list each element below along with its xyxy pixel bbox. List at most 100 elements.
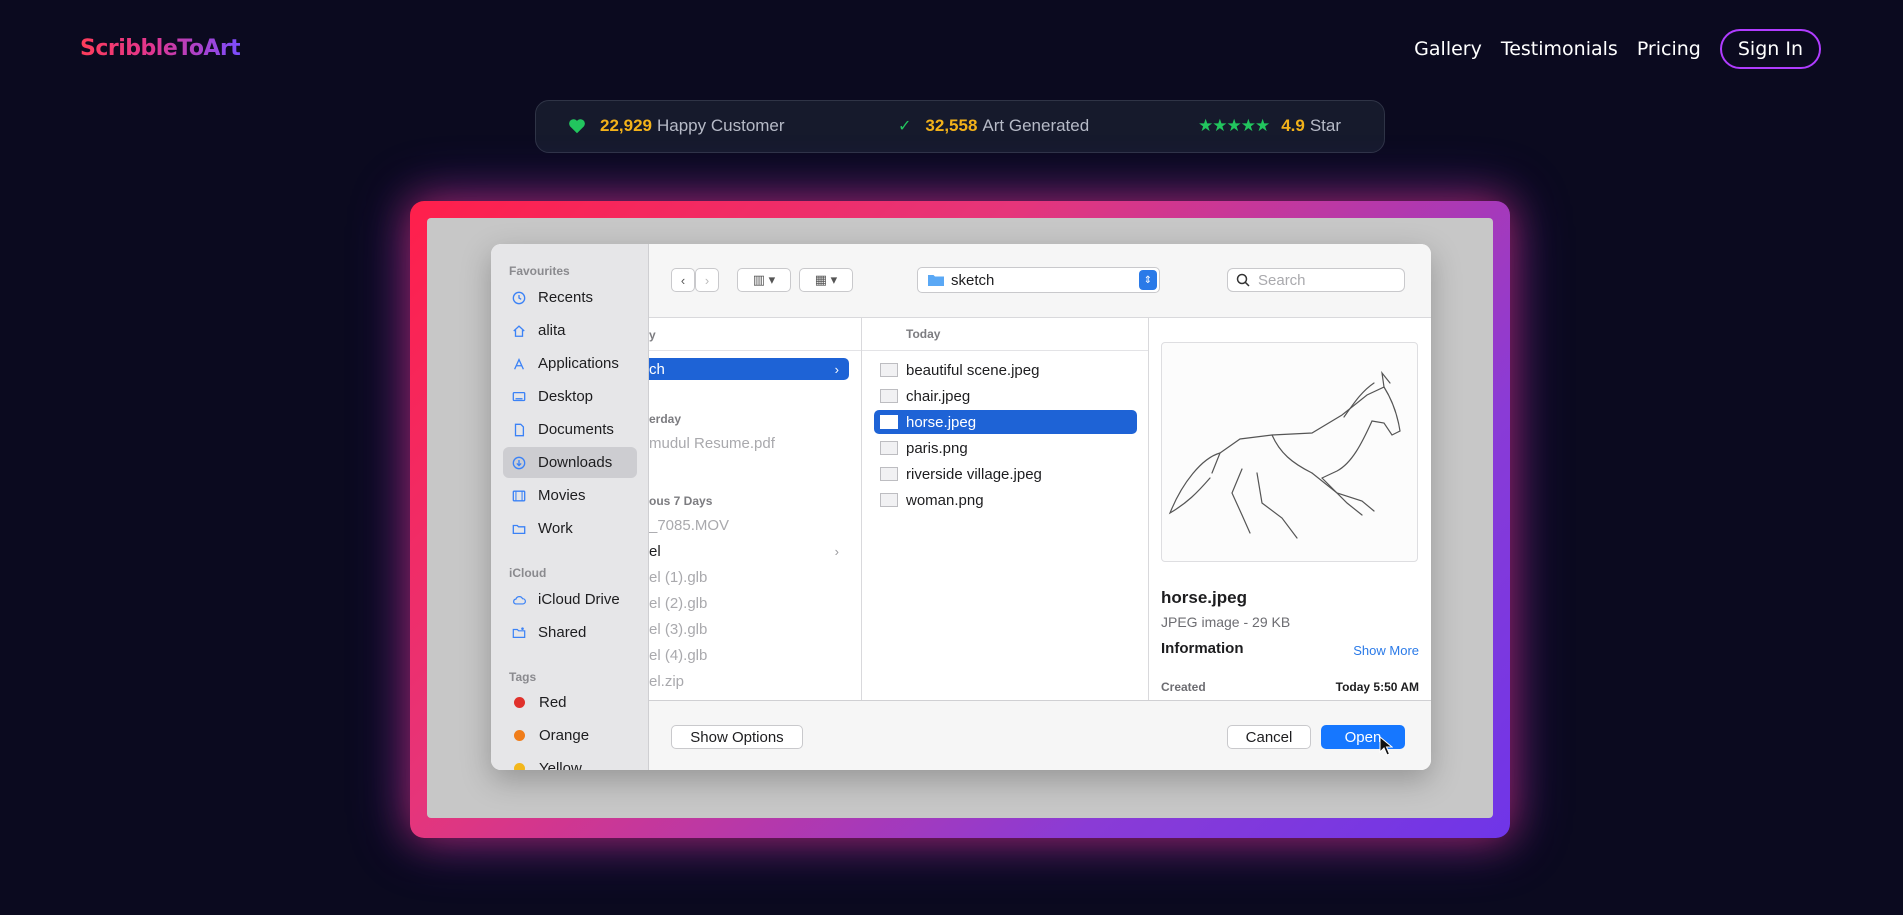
file-woman[interactable]: woman.png <box>874 488 1137 512</box>
chevron-right-icon: › <box>834 543 839 559</box>
preview-file-type: JPEG image - 29 KB <box>1161 614 1291 630</box>
up-down-chevron-icon: ⇕ <box>1139 270 1157 290</box>
sidebar-item-work[interactable]: Work <box>503 513 637 544</box>
back-button[interactable]: ‹ <box>671 268 695 292</box>
section-previous-7-days: ous 7 Days <box>649 494 713 508</box>
dialog-footer: Show Options Cancel Open <box>649 700 1431 770</box>
file-name: riverside village.jpeg <box>906 465 1042 483</box>
stat-art: ✓ 32,558 Art Generated <box>898 116 1089 136</box>
sidebar-item-alita[interactable]: alita <box>503 315 637 346</box>
sidebar-item-desktop[interactable]: Desktop <box>503 381 637 412</box>
nav-pricing[interactable]: Pricing <box>1637 38 1701 60</box>
file-name: woman.png <box>906 491 984 509</box>
dialog-sidebar: Favourites Recents alita Applications De… <box>491 244 649 770</box>
image-thumbnail-icon <box>880 363 898 377</box>
sign-in-button[interactable]: Sign In <box>1719 29 1821 69</box>
sidebar-item-downloads[interactable]: Downloads <box>503 447 637 478</box>
file-row-zip[interactable]: el.zip <box>649 670 684 692</box>
forward-button[interactable]: › <box>695 268 719 292</box>
file-row-glb-3[interactable]: el (3).glb <box>649 618 707 640</box>
row-label: el <box>649 542 661 560</box>
sidebar-tag-yellow[interactable]: Yellow <box>503 753 637 770</box>
folder-row-model[interactable]: el › <box>649 540 849 562</box>
orange-tag-icon <box>514 730 525 741</box>
sidebar-item-movies[interactable]: Movies <box>503 480 637 511</box>
search-field[interactable]: Search <box>1227 268 1405 292</box>
row-label: el (1).glb <box>649 568 708 586</box>
file-beautiful-scene[interactable]: beautiful scene.jpeg <box>874 358 1137 382</box>
sidebar-item-label: Applications <box>538 355 619 372</box>
sidebar-item-label: Desktop <box>538 388 594 405</box>
stat-rating: ★★★★★ 4.9 Star <box>1198 116 1341 136</box>
sidebar-item-label: Recents <box>538 289 594 306</box>
folder-row-sketch[interactable]: ch › <box>649 358 849 380</box>
search-icon <box>1236 273 1250 287</box>
nav-testimonials[interactable]: Testimonials <box>1501 38 1618 60</box>
sidebar-tag-red[interactable]: Red <box>503 687 637 718</box>
row-label: el (3).glb <box>649 620 708 638</box>
sidebar-item-label: Orange <box>539 727 590 744</box>
view-mode-button[interactable]: ▥ ▾ <box>737 268 791 292</box>
sidebar-item-label: Shared <box>538 624 587 641</box>
folder-path-select[interactable]: sketch ⇕ <box>917 267 1160 293</box>
row-label: el (4).glb <box>649 646 708 664</box>
demo-screen: Favourites Recents alita Applications De… <box>427 218 1493 818</box>
file-paris[interactable]: paris.png <box>874 436 1137 460</box>
stat-label: Star <box>1309 116 1342 135</box>
preview-info-heading: Information <box>1161 640 1244 657</box>
file-horse[interactable]: horse.jpeg <box>874 410 1137 434</box>
sidebar-tag-orange[interactable]: Orange <box>503 720 637 751</box>
document-icon <box>514 423 525 436</box>
check-icon: ✓ <box>898 118 912 135</box>
image-thumbnail-icon <box>880 493 898 507</box>
file-chair[interactable]: chair.jpeg <box>874 384 1137 408</box>
stat-value: 4.9 <box>1281 116 1305 135</box>
row-label: el.zip <box>649 672 685 690</box>
group-button[interactable]: ▦ ▾ <box>799 268 853 292</box>
image-thumbnail-icon <box>880 467 898 481</box>
column-heading: y <box>649 328 656 342</box>
sidebar-item-label: Downloads <box>538 454 613 471</box>
logo[interactable]: ScribbleToArt <box>80 36 241 61</box>
sidebar-item-shared[interactable]: Shared <box>503 617 637 648</box>
file-open-dialog: Favourites Recents alita Applications De… <box>491 244 1431 770</box>
sidebar-item-applications[interactable]: Applications <box>503 348 637 379</box>
file-row-glb-1[interactable]: el (1).glb <box>649 566 707 588</box>
file-name: horse.jpeg <box>906 413 977 431</box>
clock-icon <box>512 291 526 304</box>
file-row-resume[interactable]: mudul Resume.pdf <box>649 432 775 454</box>
preview-file-name: horse.jpeg <box>1161 588 1247 607</box>
row-label: mudul Resume.pdf <box>649 434 775 452</box>
home-icon <box>513 324 525 337</box>
shared-folder-icon <box>512 626 526 638</box>
stat-label: Art Generated <box>982 116 1090 135</box>
desktop-icon <box>512 391 526 401</box>
show-more-link[interactable]: Show More <box>1353 643 1419 658</box>
film-icon <box>512 490 526 501</box>
browser-column-1: y ch › erday mudul Resume.pdf ous 7 Days… <box>649 318 862 700</box>
row-label: ch <box>649 360 665 378</box>
search-placeholder: Search <box>1258 271 1306 289</box>
dialog-toolbar: ‹ › ▥ ▾ ▦ ▾ sketch ⇕ Search <box>649 244 1431 318</box>
column-heading-today: Today <box>906 327 941 341</box>
file-row-mov[interactable]: _7085.MOV <box>649 514 729 536</box>
sidebar-item-label: alita <box>538 322 566 339</box>
file-row-glb-2[interactable]: el (2).glb <box>649 592 707 614</box>
file-riverside-village[interactable]: riverside village.jpeg <box>874 462 1137 486</box>
sidebar-item-icloud-drive[interactable]: iCloud Drive <box>503 584 637 615</box>
nav-gallery[interactable]: Gallery <box>1414 38 1482 60</box>
sidebar-item-label: Yellow <box>539 760 582 770</box>
apps-icon <box>514 357 524 370</box>
horse-sketch-image <box>1168 370 1401 539</box>
sidebar-item-label: Work <box>538 520 573 537</box>
chevron-right-icon: › <box>834 361 839 377</box>
folder-icon <box>928 275 944 286</box>
chevron-left-icon: ‹ <box>680 272 686 288</box>
show-options-button[interactable]: Show Options <box>671 725 803 749</box>
file-row-glb-4[interactable]: el (4).glb <box>649 644 707 666</box>
sidebar-item-documents[interactable]: Documents <box>503 414 637 445</box>
cancel-button[interactable]: Cancel <box>1227 725 1311 749</box>
sidebar-heading-icloud: iCloud <box>509 566 547 580</box>
cloud-icon <box>513 595 526 605</box>
sidebar-item-recents[interactable]: Recents <box>503 282 637 313</box>
